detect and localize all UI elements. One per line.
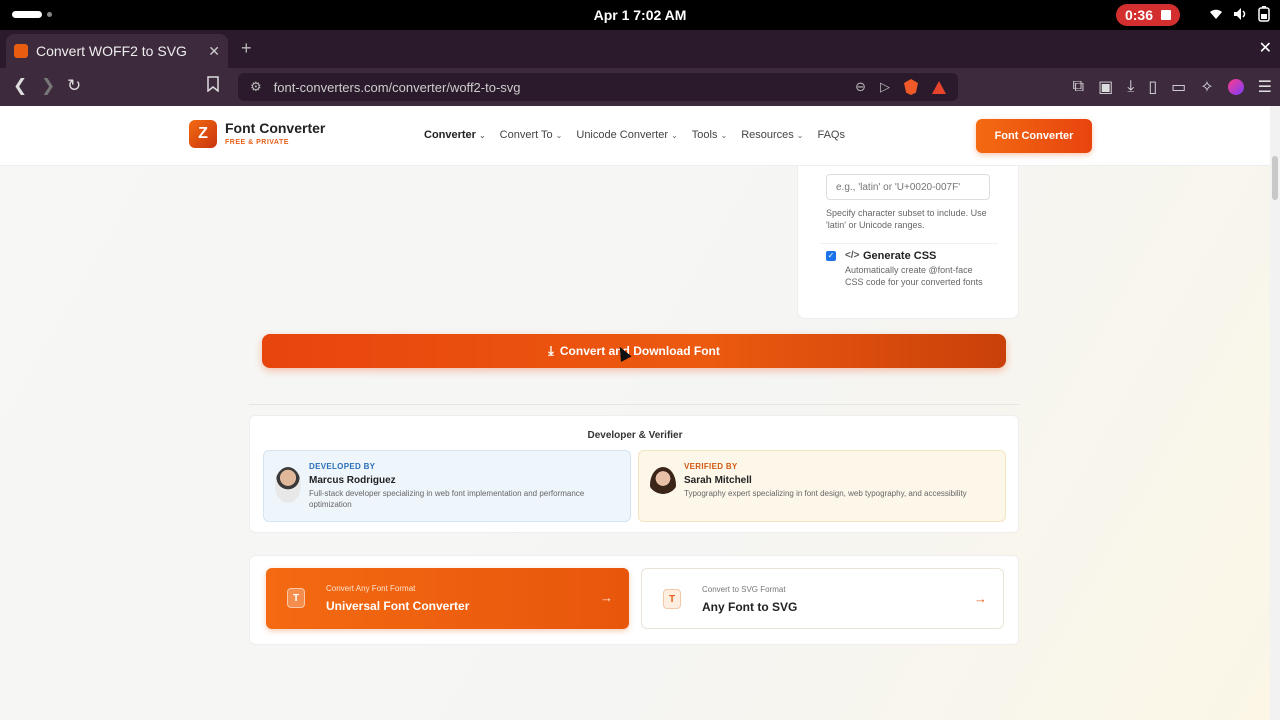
send-icon[interactable]: ▷ [880,79,890,95]
close-tab-icon[interactable]: ✕ [208,43,220,60]
volume-icon [1233,7,1249,26]
url-text: font-converters.com/converter/woff2-to-s… [273,79,521,95]
convert-button-label: Convert and Download Font [559,344,720,358]
font-subset-input[interactable] [826,174,990,200]
new-tab-icon[interactable]: + [241,38,252,59]
bookmark-icon[interactable] [207,76,219,97]
wallet-icon[interactable]: ▭ [1171,77,1186,97]
nav-converter[interactable]: Converter ⌄ [424,129,486,141]
nav-label: Unicode Converter [576,129,669,141]
developer-verifier-section: Developer & Verifier DEVELOPED BY Marcus… [249,415,1019,533]
link-title: Any Font to SVG [702,600,798,614]
extensions-icon[interactable]: ⧉ [1073,78,1084,96]
developer-card: DEVELOPED BY Marcus Rodriguez Full-stack… [263,450,631,522]
tab-title: Convert WOFF2 to SVG [36,43,187,59]
battery-icon [1258,6,1270,27]
nav-unicode-converter[interactable]: Unicode Converter ⌄ [576,129,677,141]
nav-label: Tools [691,129,718,141]
address-bar[interactable]: ⚙ font-converters.com/converter/woff2-to… [238,73,958,101]
header-cta-button[interactable]: Font Converter [976,119,1092,153]
developer-description: Full-stack developer specializing in web… [309,489,585,509]
status-clock: Apr 1 7:02 AM [593,7,687,23]
web-page: Z Font Converter FREE & PRIVATE Converte… [0,106,1270,720]
chevron-down-icon: ⌄ [671,130,678,140]
main-nav: Converter ⌄ Convert To ⌄ Unicode Converte… [424,129,845,141]
verifier-avatar [650,467,676,503]
chevron-down-icon: ⌄ [720,130,728,140]
forward-icon[interactable]: ❯ [41,76,55,96]
developer-name: Marcus Rodriguez [309,475,396,486]
browser-tab-strip: Convert WOFF2 to SVG ✕ [0,30,1280,68]
nav-tools[interactable]: Tools ⌄ [692,129,727,141]
nav-label: FAQs [817,129,845,141]
subset-help-text: Specify character subset to include. Use… [826,208,987,230]
nav-resources[interactable]: Resources ⌄ [741,129,803,141]
browser-tab[interactable]: Convert WOFF2 to SVG ✕ [6,34,228,68]
chevron-down-icon: ⌄ [478,130,486,140]
generate-css-checkbox[interactable]: ✓ [826,251,836,261]
download-icon: ⤓ [548,343,554,358]
convert-download-button[interactable]: ⤓ Convert and Download Font [262,334,1006,368]
site-header: Z Font Converter FREE & PRIVATE Converte… [0,106,1270,166]
nav-label: Resources [741,129,794,141]
brave-rewards-icon[interactable] [932,80,946,94]
close-window-icon[interactable]: ✕ [1259,38,1272,58]
page-scrollbar[interactable] [1270,106,1280,720]
nav-faqs[interactable]: FAQs [817,129,845,141]
chevron-down-icon: ⌄ [555,130,563,140]
site-favicon-icon [14,44,28,58]
any-font-to-svg-link[interactable]: T Convert to SVG Format Any Font to SVG … [641,568,1004,629]
arrow-right-icon: → [974,591,987,606]
arrow-right-icon: → [600,590,613,605]
os-status-bar: Apr 1 7:02 AM 0:36 [0,0,1280,30]
related-converters-section: T Convert Any Font Format Universal Font… [249,555,1019,645]
reload-icon[interactable]: ↻ [67,76,81,96]
font-file-icon: T [663,589,681,609]
downloads-icon[interactable]: ⤓ [1127,78,1134,96]
logo-tagline: FREE & PRIVATE [225,139,289,146]
developer-role: DEVELOPED BY [309,462,376,471]
verifier-name: Sarah Mitchell [684,475,752,486]
link-title: Universal Font Converter [326,599,470,613]
wifi-icon [1208,7,1224,26]
menu-icon[interactable]: ☰ [1258,77,1272,97]
site-settings-icon[interactable]: ⚙ [250,79,262,95]
conversion-options-card: Specify character subset to include. Use… [797,166,1019,319]
generate-css-label[interactable]: Generate CSS [863,250,936,262]
verifier-card: VERIFIED BY Sarah Mitchell Typography ex… [638,450,1006,522]
code-icon: </> [845,250,860,261]
browser-toolbar: ❮ ❯ ↻ ⚙ font-converters.com/converter/wo… [0,68,1280,106]
brave-shields-icon[interactable] [904,79,918,95]
link-subtitle: Convert Any Font Format [326,584,416,593]
back-icon[interactable]: ❮ [13,76,27,96]
link-subtitle: Convert to SVG Format [702,585,786,594]
developer-avatar [275,467,301,503]
generate-css-option: ✓ </> Generate CSS Automatically create … [820,243,998,303]
zoom-icon[interactable]: ⊖ [855,79,866,95]
nav-label: Converter [424,129,476,141]
leo-ai-icon[interactable]: ✧ [1200,77,1213,97]
section-divider [249,404,1019,405]
verifier-role: VERIFIED BY [684,462,738,471]
sidebar-icon[interactable]: ▯ [1148,77,1157,97]
chevron-down-icon: ⌄ [796,130,804,140]
profile-icon[interactable] [1227,79,1244,95]
logo-name[interactable]: Font Converter [225,120,325,136]
verifier-description: Typography expert specializing in font d… [684,489,967,498]
recording-time: 0:36 [1124,7,1154,23]
nav-convert-to[interactable]: Convert To ⌄ [500,129,563,141]
screen-recording-indicator[interactable]: 0:36 [1116,4,1180,26]
logo-icon[interactable]: Z [189,120,217,148]
scrollbar-thumb[interactable] [1272,156,1278,200]
generate-css-description: Automatically create @font-face CSS code… [845,265,983,287]
section-title: Developer & Verifier [587,430,683,441]
nav-label: Convert To [499,129,553,141]
universal-font-converter-link[interactable]: T Convert Any Font Format Universal Font… [266,568,629,629]
stop-recording-icon [1161,10,1172,20]
screenshot-icon[interactable]: ▣ [1098,77,1113,97]
font-file-icon: T [287,588,305,608]
